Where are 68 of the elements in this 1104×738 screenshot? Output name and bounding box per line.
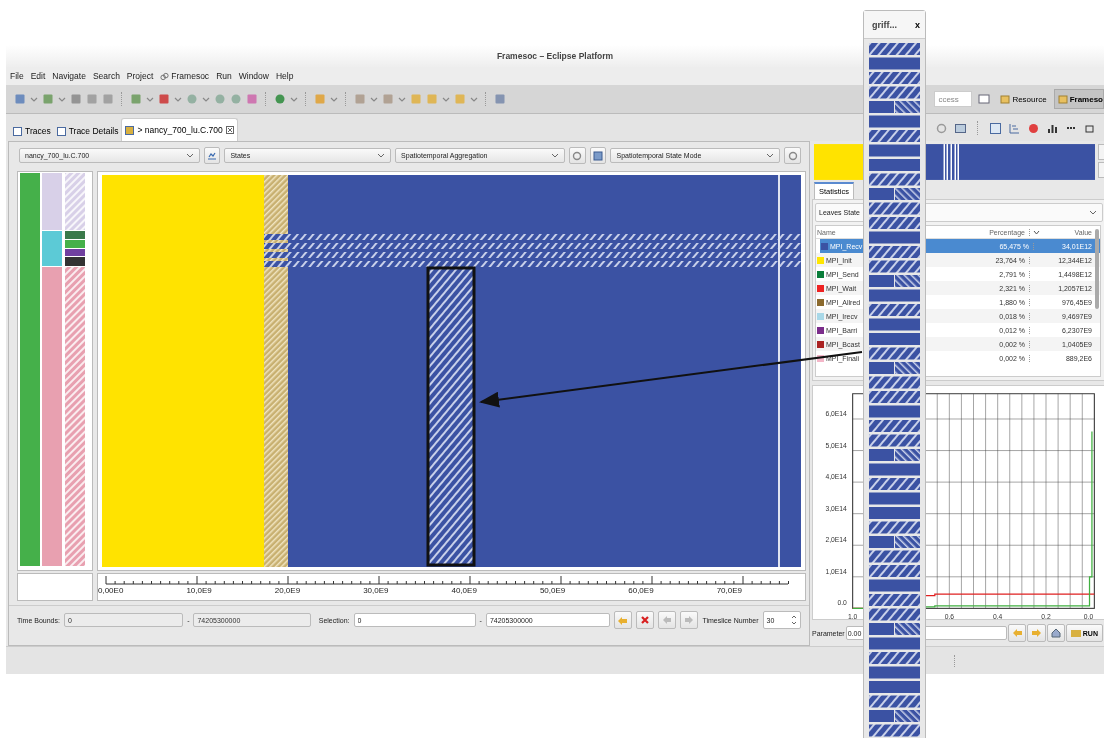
caret-icon[interactable]: [398, 97, 406, 102]
close-icon: [640, 615, 651, 625]
menu-item[interactable]: Navigate: [52, 71, 86, 81]
trace-icon-button[interactable]: [203, 147, 221, 164]
caret-icon[interactable]: [370, 97, 378, 102]
quick-access-field[interactable]: ccess: [934, 91, 973, 107]
settings-button[interactable]: [568, 147, 586, 164]
axis-tick-label: 70,0E9: [716, 586, 743, 595]
menu-item[interactable]: Framesoc: [160, 71, 210, 81]
caret-icon[interactable]: [202, 97, 210, 102]
axis-tick-label: 50,0E9: [539, 586, 567, 595]
axis-tick-label: 20,0E9: [274, 586, 302, 595]
home-button[interactable]: [1046, 624, 1065, 642]
clear-button[interactable]: [635, 611, 655, 629]
scrollbar[interactable]: [1095, 229, 1099, 309]
gantt-icon[interactable]: [1009, 122, 1020, 134]
perspective-button[interactable]: Resource: [996, 89, 1048, 109]
menu-item[interactable]: Window: [238, 71, 269, 81]
close-button[interactable]: x: [915, 19, 920, 30]
bar-chart-icon[interactable]: [1047, 122, 1058, 134]
editor-tab[interactable]: > nancy_700_lu.C.700: [121, 118, 238, 141]
axis-tick-label: 10,0E9: [186, 586, 213, 595]
axis-tick-label: 30,0E9: [363, 586, 390, 595]
table-icon[interactable]: [990, 122, 1001, 134]
caret-icon[interactable]: [146, 97, 154, 102]
dialog-title: griff...: [872, 19, 897, 30]
menu-item[interactable]: File: [10, 71, 24, 81]
caret-icon[interactable]: [330, 97, 338, 102]
chevron-icon: [185, 153, 194, 158]
pie-chart-icon[interactable]: [1028, 122, 1039, 134]
view-icon: [13, 126, 22, 136]
caret-icon[interactable]: [30, 97, 38, 102]
chevron-icon: [377, 153, 386, 158]
sort-caret-icon[interactable]: [1033, 229, 1040, 235]
settings-button[interactable]: [784, 147, 801, 164]
open-perspective-icon[interactable]: [978, 93, 991, 105]
chevron-icon: [766, 153, 775, 158]
caret-icon[interactable]: [470, 97, 478, 102]
chevron-icon: [550, 153, 559, 158]
menu-item[interactable]: Edit: [30, 71, 46, 81]
scroll-left-button[interactable]: [1098, 162, 1104, 178]
menu-item[interactable]: Help: [275, 71, 294, 81]
chevron-icon: [1089, 210, 1097, 215]
close-icon[interactable]: [225, 126, 234, 134]
caret-icon[interactable]: [174, 97, 182, 102]
axis-tick-label: 60,0E9: [628, 586, 655, 595]
chain-link-icon: [160, 71, 170, 81]
save-button[interactable]: [589, 147, 607, 164]
view-icon: [56, 126, 66, 136]
menu-item[interactable]: Run: [216, 71, 232, 81]
view-icon: [125, 125, 135, 135]
previous-button[interactable]: [1008, 624, 1027, 642]
restore-icon[interactable]: [1085, 122, 1096, 134]
perspective-button[interactable]: Frameso: [1053, 89, 1104, 109]
caret-icon[interactable]: [58, 97, 66, 102]
window-title: Framesoc – Eclipse Platform: [496, 51, 614, 61]
home-icon: [1050, 628, 1061, 638]
axis-tick-label: 40,0E9: [451, 586, 478, 595]
editor-tab[interactable]: Traces: [10, 121, 54, 141]
editor-tab[interactable]: Trace Details: [53, 121, 122, 141]
caret-icon[interactable]: [442, 97, 450, 102]
spinner-arrows-icon[interactable]: [791, 614, 797, 626]
menu-item[interactable]: Project: [126, 71, 154, 81]
line-chart-icon: [207, 151, 217, 160]
caret-icon[interactable]: [290, 97, 298, 102]
scroll-right-button[interactable]: [1098, 144, 1104, 160]
axis-tick-label: 0,00E0: [98, 586, 125, 595]
menu-item[interactable]: Search: [92, 71, 120, 81]
